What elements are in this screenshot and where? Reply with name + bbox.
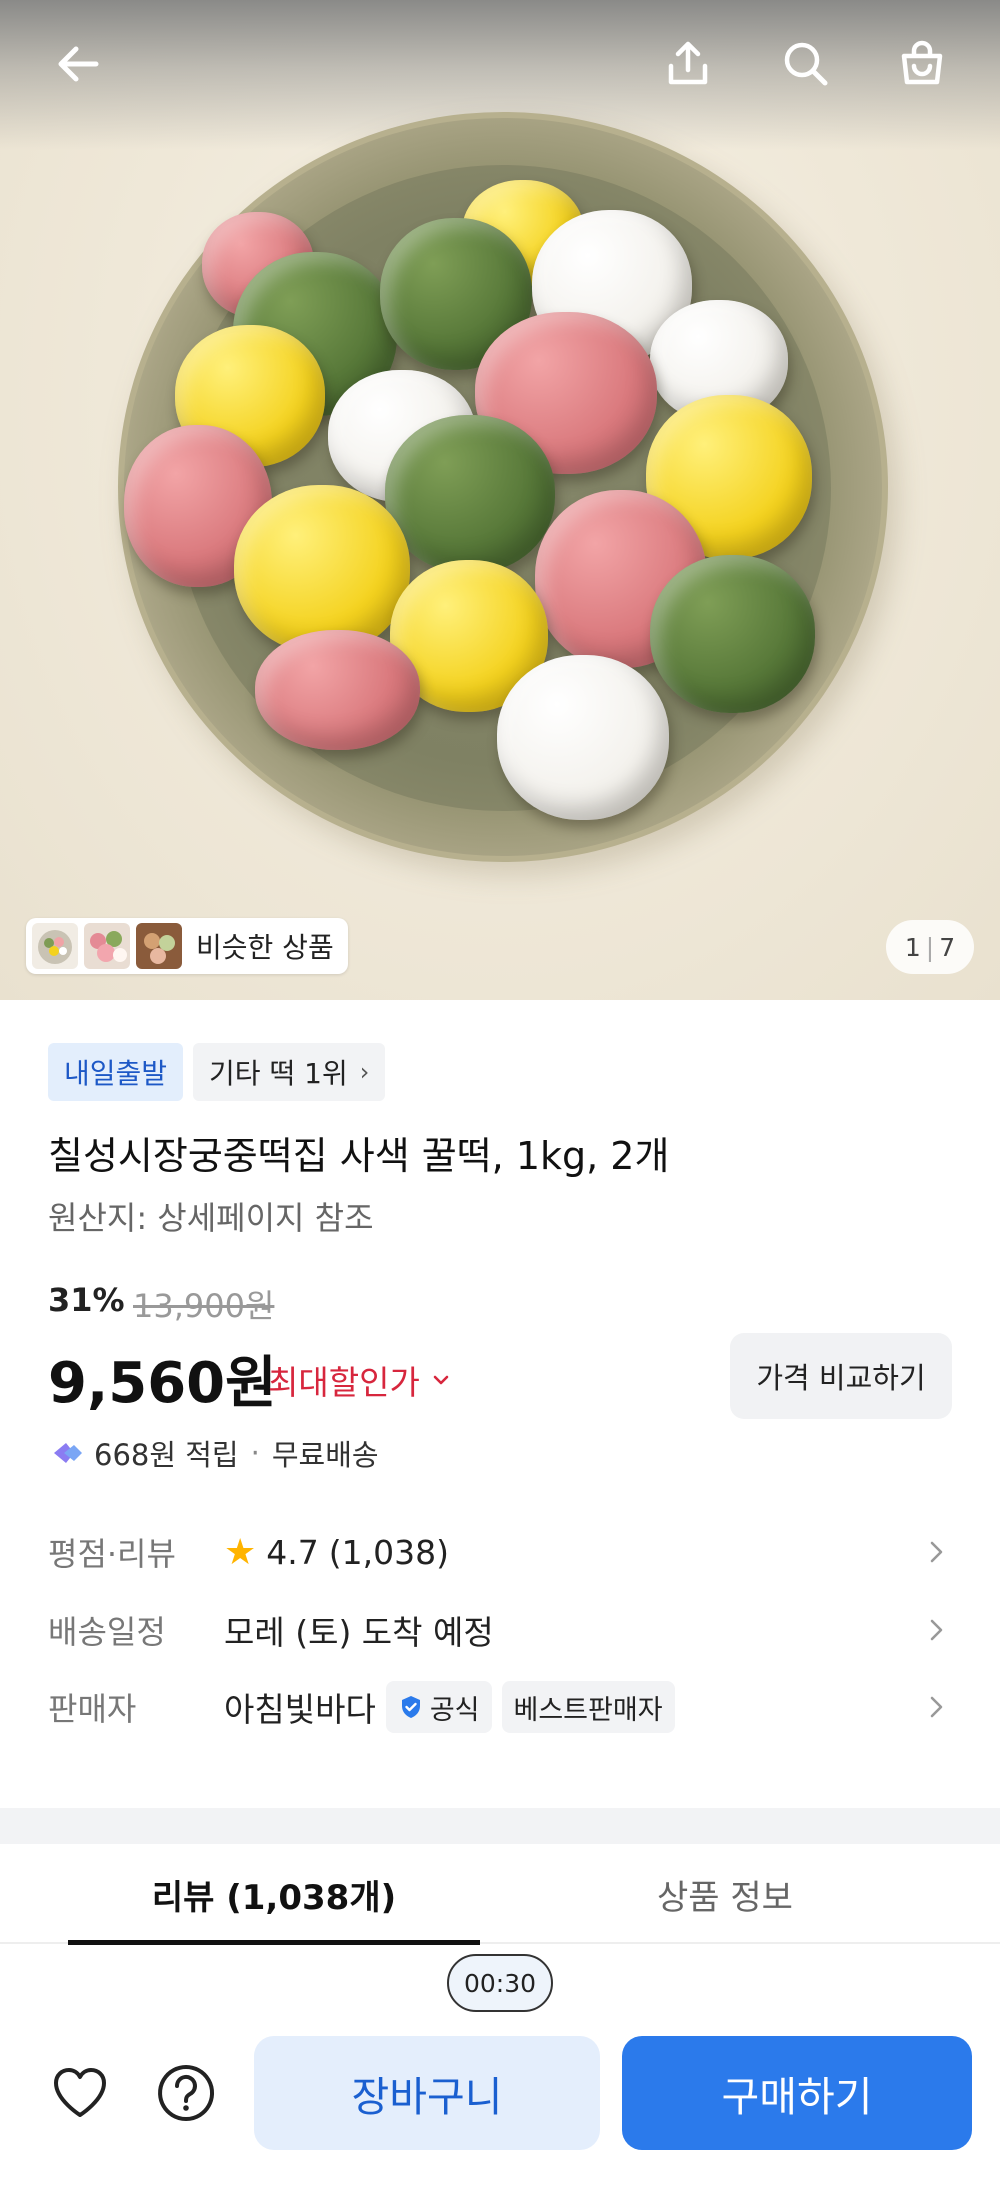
verified-shield-icon <box>401 1696 420 1718</box>
product-title: 칠성시장궁중떡집 사색 꿀떡, 1kg, 2개 <box>48 1134 670 1178</box>
original-price: 13,900원 <box>133 1287 275 1325</box>
cart-button[interactable] <box>886 28 958 100</box>
product-page: 비슷한 상품 1 | 7 내일출발 기타 떡 1위 › 칠성시장궁중떡집 사색 꿀떡,… <box>0 0 1000 2197</box>
similar-thumbnail <box>136 923 182 969</box>
discount-rate: 31% <box>48 1281 125 1319</box>
tab-reviews[interactable]: 리뷰 (1,038개) <box>68 1844 480 1944</box>
image-counter: 1 | 7 <box>886 920 974 974</box>
similar-products-button[interactable]: 비슷한 상품 <box>26 918 348 974</box>
product-image[interactable]: 비슷한 상품 1 | 7 <box>0 0 1000 1000</box>
reward-amount: 668원 적립 <box>94 1438 239 1472</box>
delivery-row[interactable]: 배송일정 모레 (토) 도착 예정 <box>48 1600 952 1660</box>
rating-count: (1,038) <box>328 1532 449 1572</box>
product-origin: 원산지: 상세페이지 참조 <box>48 1199 374 1237</box>
rice-cake <box>497 655 669 820</box>
rice-cake <box>255 630 420 750</box>
search-icon <box>784 42 828 86</box>
share-button[interactable] <box>652 28 724 100</box>
help-button[interactable] <box>150 2057 222 2129</box>
shopping-bag-icon <box>901 40 943 85</box>
seller-name: 아침빛바다 <box>224 1690 376 1729</box>
official-badge: 공식 <box>385 1681 492 1733</box>
section-divider <box>0 1808 1000 1844</box>
buy-now-button[interactable]: 구매하기 <box>622 2036 972 2150</box>
timer-badge: 00:30 <box>447 1954 553 2012</box>
reward-icon <box>54 1443 82 1463</box>
product-badges: 내일출발 기타 떡 1위 › <box>48 1043 386 1101</box>
chevron-right-icon: › <box>359 1058 370 1086</box>
heart-icon <box>54 2068 106 2117</box>
wishlist-button[interactable] <box>44 2057 116 2129</box>
rice-cake <box>234 485 410 653</box>
sale-price: 9,560원 <box>48 1351 277 1416</box>
chevron-right-icon <box>930 1696 943 1718</box>
search-button[interactable] <box>770 28 842 100</box>
max-discount-button[interactable]: 최대할인가 <box>268 1356 452 1404</box>
chevron-down-icon <box>433 1375 449 1385</box>
tab-product-info[interactable]: 상품 정보 <box>580 1844 870 1944</box>
chevron-right-icon <box>930 1619 943 1641</box>
best-seller-badge: 베스트판매자 <box>501 1681 675 1733</box>
add-to-cart-button[interactable]: 장바구니 <box>254 2036 600 2150</box>
chevron-right-icon <box>930 1541 943 1563</box>
compare-price-button[interactable]: 가격 비교하기 <box>730 1333 952 1419</box>
reward-info: 668원 적립 · 무료배송 <box>50 1432 379 1474</box>
seller-row[interactable]: 판매자 아침빛바다 공식 베스트판매자 <box>48 1677 952 1737</box>
rating-value: 4.7 <box>266 1532 319 1572</box>
shipping-fee: 무료배송 <box>271 1438 379 1472</box>
rice-cake <box>650 555 815 713</box>
star-icon: ★ <box>224 1531 257 1573</box>
arrow-left-icon <box>58 46 99 82</box>
tab-bar: 리뷰 (1,038개) 상품 정보 <box>0 1844 1000 1945</box>
rating-row[interactable]: 평점·리뷰 ★ 4.7 (1,038) <box>48 1522 952 1582</box>
back-button[interactable] <box>42 28 114 100</box>
category-rank-badge[interactable]: 기타 떡 1위 › <box>193 1043 386 1101</box>
share-icon <box>668 41 708 85</box>
active-tab-indicator <box>68 1940 480 1945</box>
question-icon <box>158 2065 215 2121</box>
delivery-badge: 내일출발 <box>48 1043 184 1101</box>
similar-thumbnail <box>84 923 130 969</box>
delivery-estimate: 모레 (토) 도착 예정 <box>224 1613 494 1652</box>
similar-thumbnail <box>32 923 78 969</box>
similar-products-label: 비슷한 상품 <box>196 931 334 964</box>
rice-cake <box>385 415 555 573</box>
